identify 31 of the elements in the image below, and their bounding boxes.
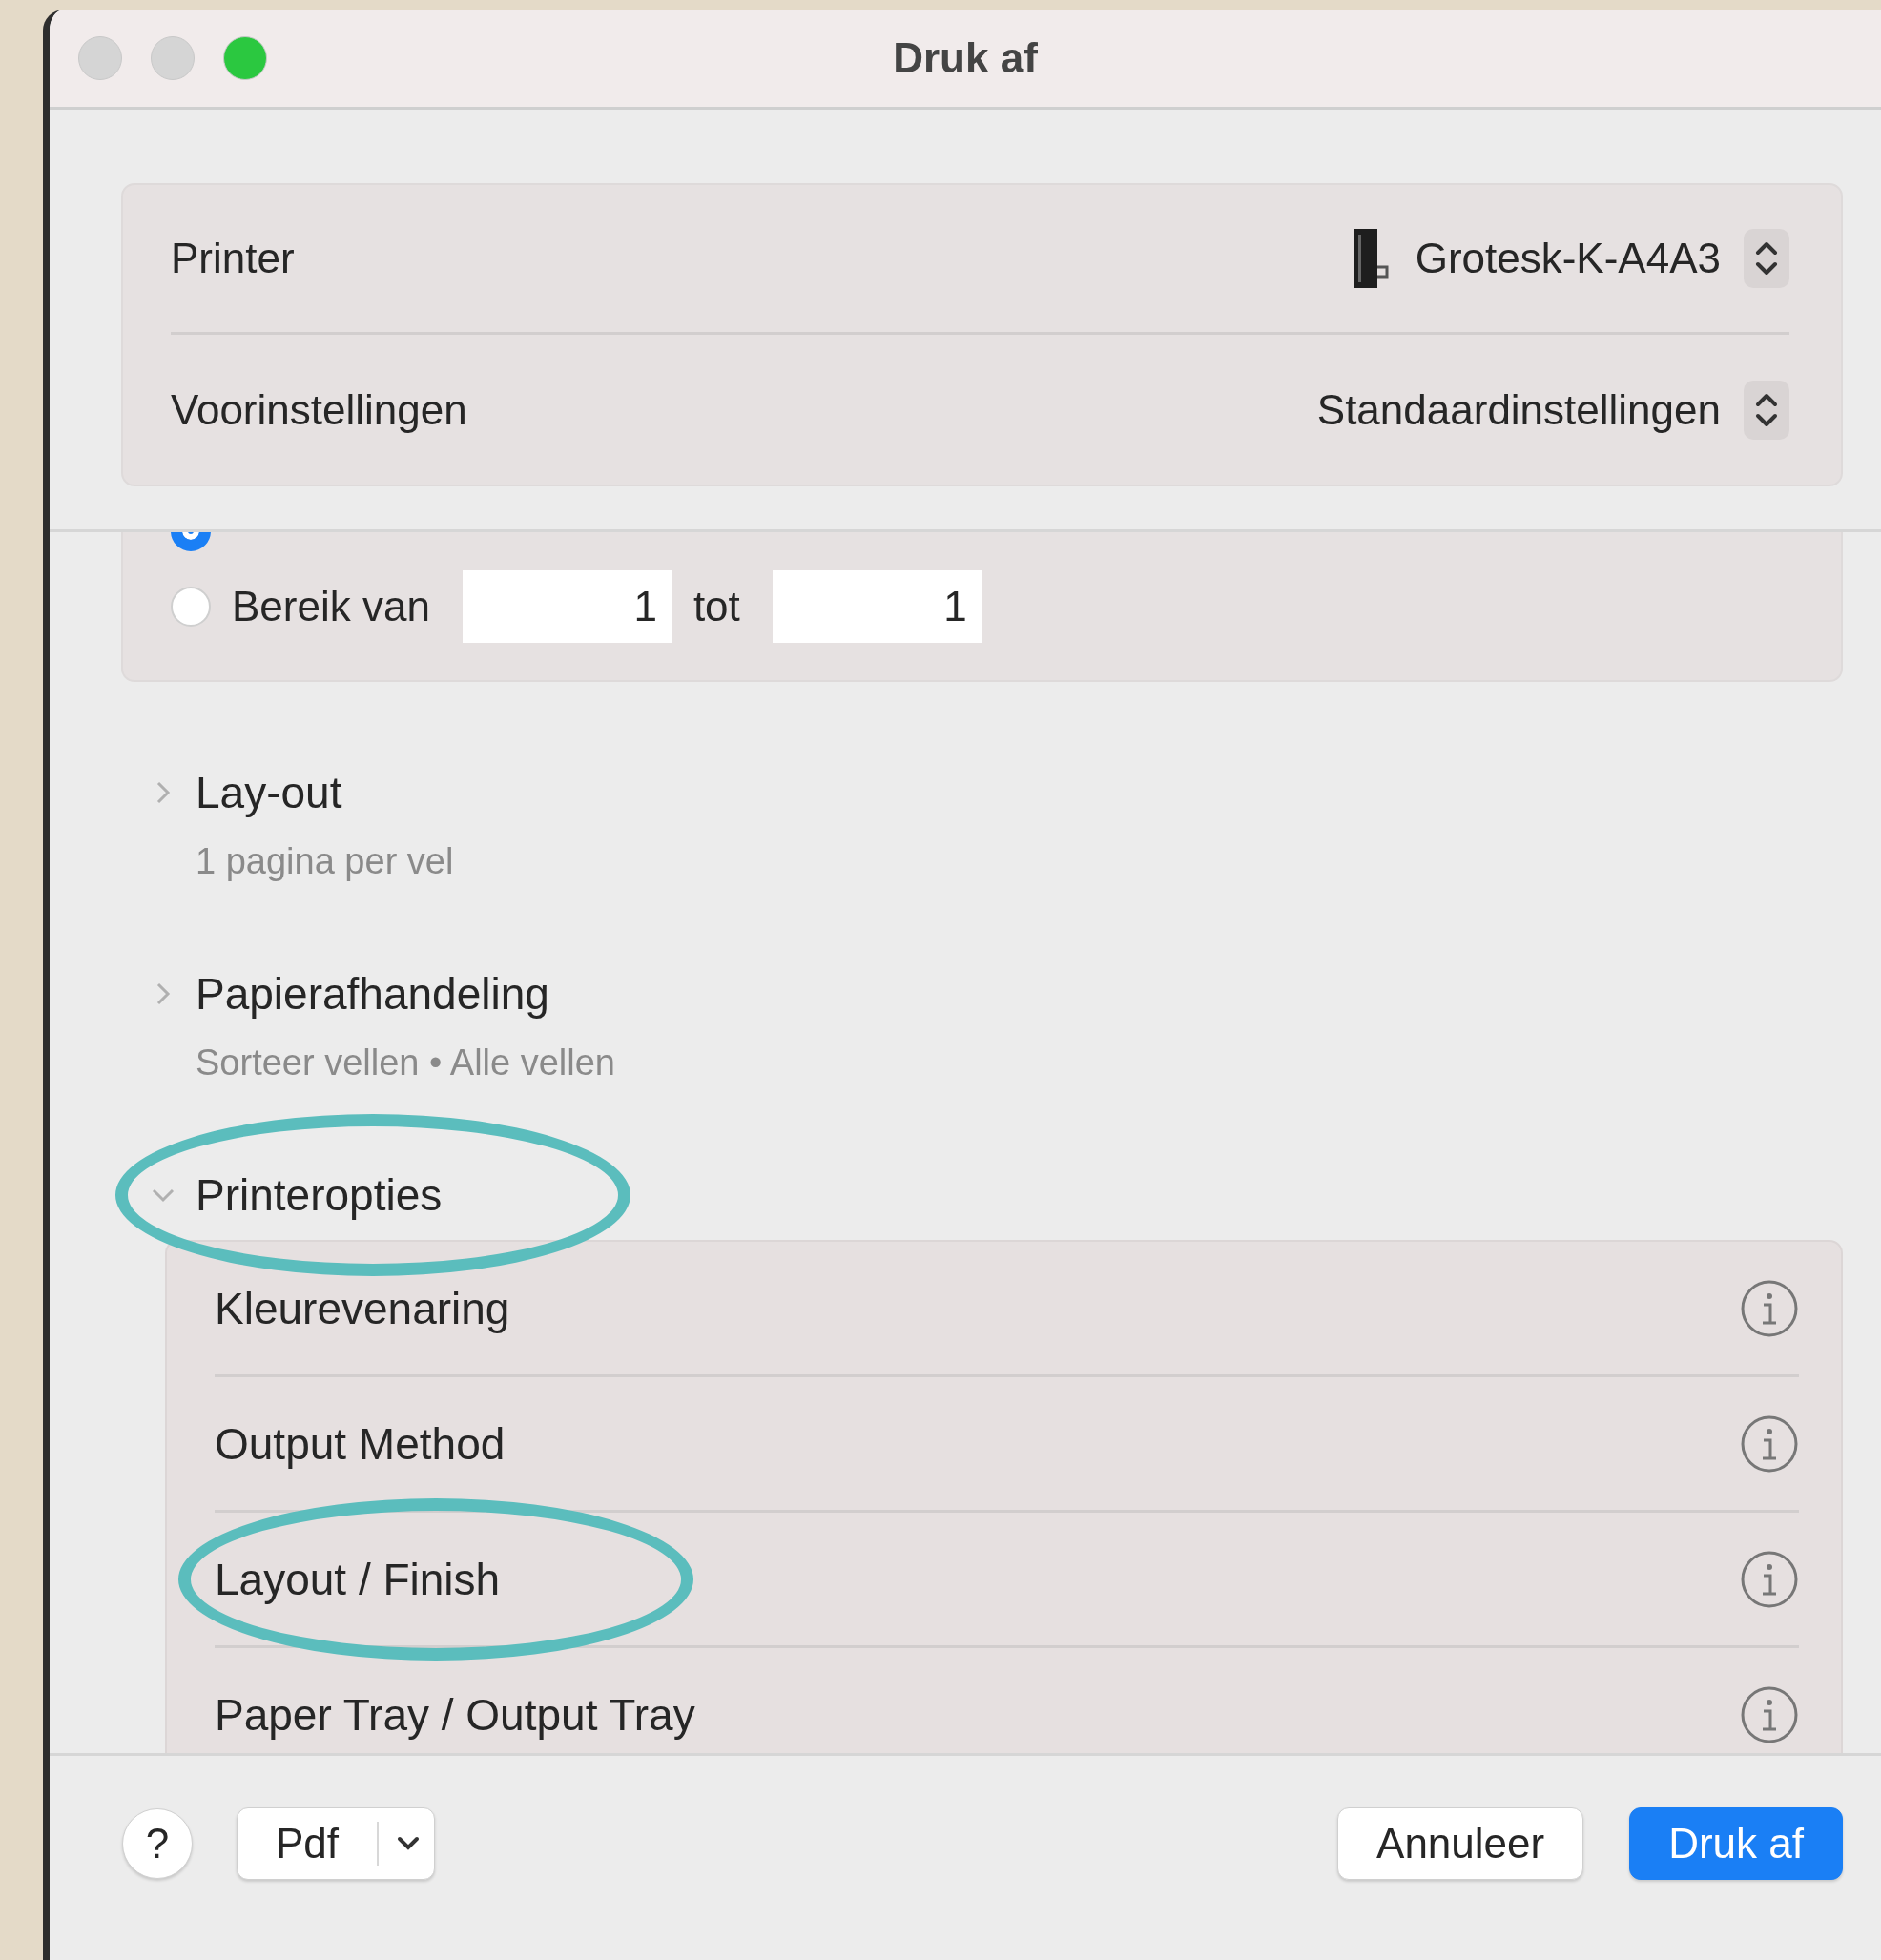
print-button[interactable]: Druk af [1629,1807,1843,1880]
stepper-icon[interactable] [1744,229,1789,288]
window-title: Druk af [893,34,1038,82]
info-icon[interactable] [1740,1549,1799,1609]
info-icon[interactable] [1740,1413,1799,1474]
option-label[interactable]: Output Method [215,1418,506,1469]
radio-label: Bereik van [232,583,430,630]
caret-icon [396,1835,422,1852]
stepper-icon[interactable] [1744,380,1789,440]
section-title[interactable]: Papierafhandeling [196,968,549,1020]
from-page-field[interactable]: 1 [462,570,672,643]
setting-value[interactable]: Standaardinstellingen [1316,385,1721,434]
section-summary: Sorteer vellen • Alle vellen [196,1042,615,1083]
info-icon[interactable] [1740,1278,1799,1338]
to-label: tot [692,583,740,630]
section-title[interactable]: Printeropties [196,1169,443,1221]
option-label[interactable]: Layout / Finish [215,1554,501,1604]
radio-button[interactable] [171,587,211,627]
setting-label: Printer [171,235,296,282]
section-title[interactable]: Lay-out [196,767,342,818]
cancel-button[interactable]: Annuleer [1337,1807,1584,1880]
info-icon[interactable] [1740,1684,1799,1744]
help-button[interactable]: ? [122,1808,193,1879]
pdf-button[interactable]: Pdf [237,1807,436,1880]
option-label[interactable]: Paper Tray / Output Tray [215,1689,695,1740]
to-page-field[interactable]: 1 [772,570,982,643]
zoom-button[interactable] [223,36,267,80]
setting-value[interactable]: Grotesk-K-A4A3 [1415,235,1721,282]
option-label[interactable]: Kleurevenaring [215,1283,510,1333]
section-summary: 1 pagina per vel [196,841,454,881]
setting-label: Voorinstellingen [171,385,468,434]
